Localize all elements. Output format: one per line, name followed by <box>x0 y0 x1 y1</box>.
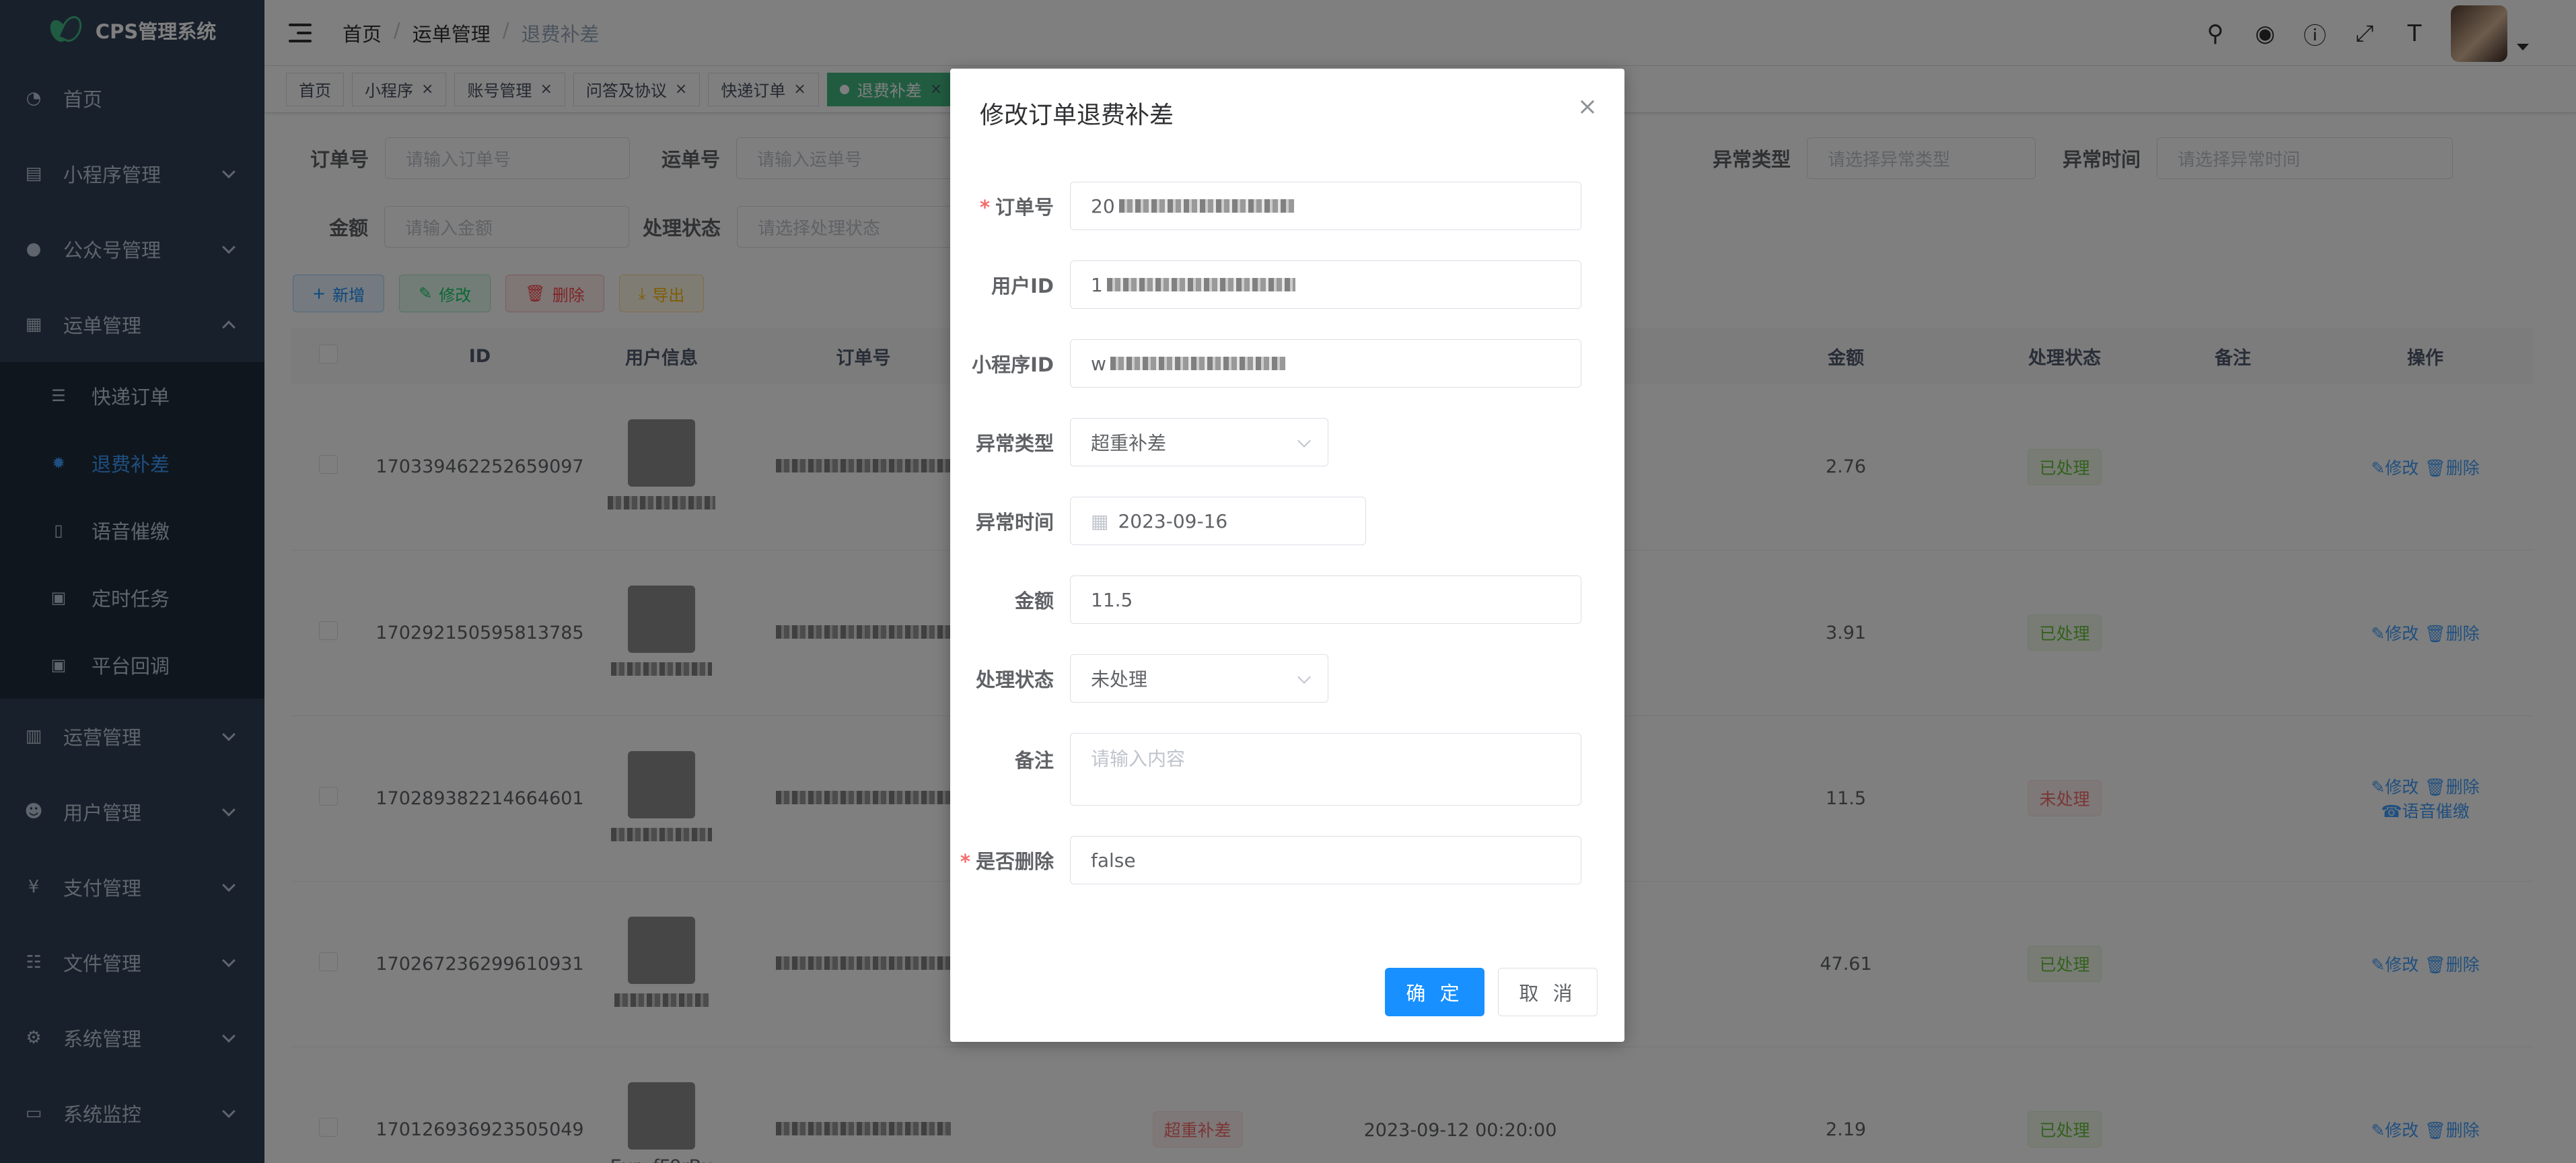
chevron-down-icon <box>1297 434 1311 448</box>
field-miniapp-id: 小程序ID w <box>950 339 1581 388</box>
user-id-field[interactable]: 1 <box>1070 260 1581 309</box>
is-deleted-field[interactable]: false <box>1070 836 1581 884</box>
edit-refund-dialog: 修改订单退费补差 × * 订单号 20 用户ID 1 小程序ID w 异常类型 超… <box>950 69 1624 1042</box>
abnormal-time-picker[interactable]: ▦ 2023-09-16 <box>1070 497 1366 545</box>
abnormal-type-select[interactable]: 超重补差 <box>1070 418 1328 466</box>
field-abnormal-type: 异常类型 超重补差 <box>950 418 1328 466</box>
field-is-deleted: * 是否删除 false <box>950 836 1581 884</box>
miniapp-id-field[interactable]: w <box>1070 339 1581 388</box>
field-remark: 备注 请输入内容 <box>950 733 1581 806</box>
close-icon[interactable]: × <box>1577 93 1598 120</box>
dialog-title: 修改订单退费补差 <box>980 102 1174 129</box>
field-user-id: 用户ID 1 <box>950 260 1581 309</box>
field-abnormal-time: 异常时间 ▦ 2023-09-16 <box>950 497 1366 545</box>
chevron-down-icon <box>1297 670 1311 684</box>
order-no-field[interactable]: 20 <box>1070 182 1581 230</box>
field-order-no: * 订单号 20 <box>950 182 1581 230</box>
calendar-icon: ▦ <box>1091 509 1109 532</box>
confirm-button[interactable]: 确 定 <box>1385 968 1484 1016</box>
field-amount: 金额 11.5 <box>950 575 1581 624</box>
amount-field[interactable]: 11.5 <box>1070 575 1581 624</box>
remark-textarea[interactable]: 请输入内容 <box>1070 733 1581 806</box>
cancel-button[interactable]: 取 消 <box>1498 968 1598 1016</box>
status-select[interactable]: 未处理 <box>1070 654 1328 703</box>
field-status: 处理状态 未处理 <box>950 654 1328 703</box>
